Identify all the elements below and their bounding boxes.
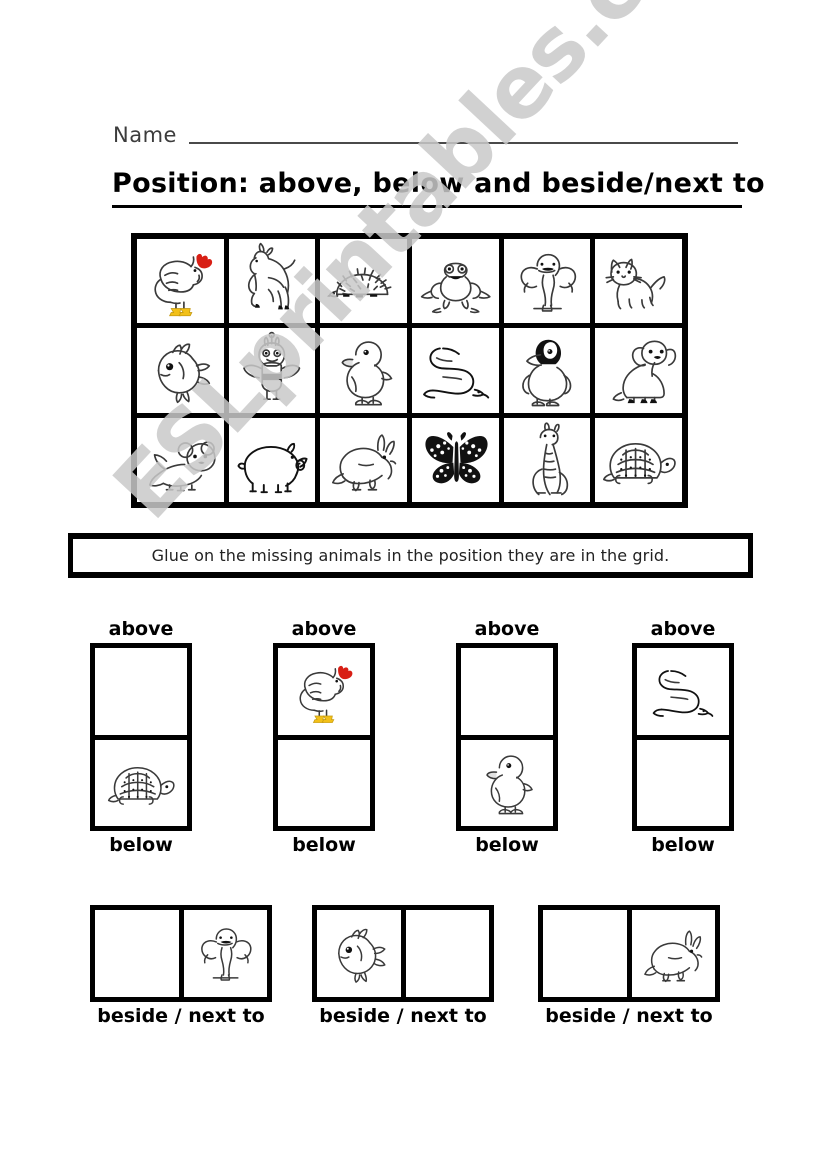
above-label: above bbox=[291, 618, 357, 640]
glue-slot-right-empty[interactable] bbox=[405, 910, 489, 997]
above-below-pair-2: above below bbox=[273, 618, 375, 856]
glue-slot-left-empty[interactable] bbox=[95, 910, 179, 997]
above-below-box bbox=[632, 643, 734, 831]
above-label: above bbox=[650, 618, 716, 640]
rabbit-icon bbox=[644, 930, 703, 983]
instruction-inner: Glue on the missing animals in the posit… bbox=[73, 539, 748, 572]
grid-cell-butterfly bbox=[411, 417, 499, 502]
grid-cell-dog bbox=[595, 328, 682, 413]
instruction-box: Glue on the missing animals in the posit… bbox=[68, 533, 753, 578]
grid-cell-horse bbox=[228, 239, 316, 324]
grid-cell-giraffe bbox=[503, 417, 591, 502]
horse-icon bbox=[248, 242, 296, 309]
fish-icon bbox=[337, 928, 386, 983]
grid-cell-rooster bbox=[137, 239, 224, 324]
grid-cell-turtle bbox=[595, 417, 682, 502]
below-label: below bbox=[475, 834, 539, 856]
giraffe-icon bbox=[532, 422, 569, 496]
below-label: below bbox=[292, 834, 356, 856]
glue-slot-top-empty[interactable] bbox=[95, 648, 187, 735]
rooster-icon bbox=[153, 253, 212, 316]
fish-icon bbox=[157, 343, 210, 404]
beside-next-to-label: beside / next to bbox=[97, 1005, 265, 1027]
grid-cell-mouse bbox=[137, 417, 224, 502]
dog-icon bbox=[612, 340, 677, 403]
mouse-icon bbox=[148, 441, 216, 492]
beside-next-to-label: beside / next to bbox=[319, 1005, 487, 1027]
elephant-icon bbox=[201, 928, 252, 981]
glue-slot-right-rabbit[interactable] bbox=[631, 910, 715, 997]
glue-slot-bottom-duck[interactable] bbox=[461, 739, 553, 826]
beside-box bbox=[312, 905, 494, 1002]
snake-icon bbox=[422, 347, 489, 399]
turtle-icon bbox=[108, 767, 175, 806]
title-underline bbox=[112, 205, 742, 208]
beside-box bbox=[538, 905, 720, 1002]
instruction-text: Glue on the missing animals in the posit… bbox=[151, 546, 670, 565]
glue-slot-top-rooster[interactable] bbox=[278, 648, 370, 735]
hedgehog-icon bbox=[327, 266, 392, 298]
beside-pair-1: beside / next to bbox=[90, 905, 272, 1028]
cat-icon bbox=[605, 258, 666, 309]
above-below-box bbox=[90, 643, 192, 831]
frog-icon bbox=[420, 262, 491, 313]
duck-icon bbox=[341, 341, 393, 406]
glue-slot-top-empty[interactable] bbox=[461, 648, 553, 735]
snake-icon bbox=[653, 670, 714, 717]
above-below-pair-4: above below bbox=[632, 618, 734, 856]
above-label: above bbox=[108, 618, 174, 640]
grid-cell-elephant bbox=[503, 239, 591, 324]
page-title: Position: above, below and beside/next t… bbox=[112, 168, 765, 199]
above-label: above bbox=[474, 618, 540, 640]
glue-slot-top-snake[interactable] bbox=[637, 648, 729, 735]
beside-pair-3: beside / next to bbox=[538, 905, 720, 1028]
duck-icon bbox=[486, 755, 534, 815]
butterfly-icon bbox=[425, 432, 488, 484]
glue-slot-bottom-turtle[interactable] bbox=[95, 739, 187, 826]
turtle-icon bbox=[602, 443, 676, 485]
grid-cell-cat bbox=[595, 239, 682, 324]
grid-cell-frog bbox=[411, 239, 499, 324]
penguin-icon bbox=[522, 339, 572, 407]
below-label: below bbox=[651, 834, 715, 856]
below-label: below bbox=[109, 834, 173, 856]
grid-cell-hedgehog bbox=[320, 239, 407, 324]
above-below-pair-3: above below bbox=[456, 618, 558, 856]
glue-slot-bottom-empty[interactable] bbox=[278, 739, 370, 826]
beside-box bbox=[90, 905, 272, 1002]
grid-cell-rabbit bbox=[320, 417, 407, 502]
grid-cell-duck bbox=[320, 328, 407, 413]
name-write-line[interactable] bbox=[188, 142, 738, 144]
beside-pair-2: beside / next to bbox=[312, 905, 494, 1028]
worksheet-page: Name Position: above, below and beside/n… bbox=[0, 0, 821, 1169]
animal-grid bbox=[131, 233, 688, 508]
grid-cell-fish bbox=[137, 328, 224, 413]
above-below-box bbox=[456, 643, 558, 831]
glue-slot-bottom-empty[interactable] bbox=[637, 739, 729, 826]
beside-next-to-label: beside / next to bbox=[545, 1005, 713, 1027]
grid-cell-penguin bbox=[503, 328, 591, 413]
elephant-icon bbox=[520, 253, 577, 312]
glue-slot-right-elephant[interactable] bbox=[183, 910, 267, 997]
name-label: Name bbox=[113, 123, 177, 147]
above-below-pair-1: above below bbox=[90, 618, 192, 856]
pig-icon bbox=[237, 443, 308, 494]
above-below-box bbox=[273, 643, 375, 831]
bee-icon bbox=[243, 331, 301, 400]
name-row: Name bbox=[113, 118, 738, 148]
rooster-icon bbox=[299, 665, 353, 723]
grid-cell-bee bbox=[228, 328, 316, 413]
glue-slot-left-empty[interactable] bbox=[543, 910, 627, 997]
rabbit-icon bbox=[331, 434, 397, 492]
glue-slot-left-fish[interactable] bbox=[317, 910, 401, 997]
grid-cell-pig bbox=[228, 417, 316, 502]
grid-cell-snake bbox=[411, 328, 499, 413]
